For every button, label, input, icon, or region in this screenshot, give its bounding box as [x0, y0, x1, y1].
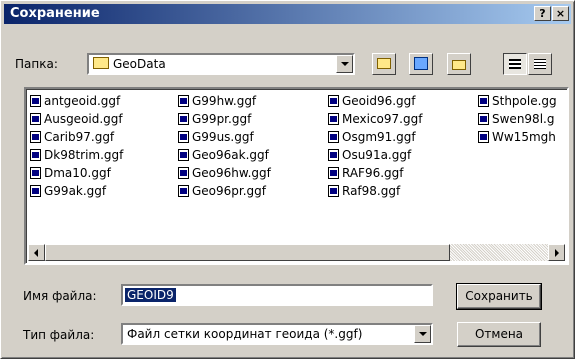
- file-item[interactable]: G99ak.ggf: [30, 183, 106, 199]
- left-arrow-icon: [34, 249, 38, 257]
- new-folder-button[interactable]: [447, 53, 471, 75]
- file-icon: [178, 185, 189, 197]
- file-name: G99pr.ggf: [192, 112, 252, 126]
- folder-value: GeoData: [93, 57, 166, 71]
- file-item[interactable]: Raf98.ggf: [328, 183, 400, 199]
- help-button[interactable]: ?: [534, 6, 551, 21]
- folder-label: Папка:: [15, 57, 58, 71]
- scroll-right-button[interactable]: [548, 244, 565, 261]
- file-name: Mexico97.ggf: [342, 112, 423, 126]
- scroll-thumb[interactable]: [45, 244, 450, 261]
- file-list[interactable]: antgeoid.ggf Ausgeoid.ggf Carib97.ggf Dk98t…: [24, 87, 569, 265]
- file-icon: [328, 95, 339, 107]
- file-icon: [478, 131, 489, 143]
- filename-label: Имя файла:: [23, 289, 97, 303]
- file-item[interactable]: Geo96ak.ggf: [178, 147, 269, 163]
- list-view-icon: [509, 59, 521, 69]
- file-icon: [478, 95, 489, 107]
- file-icon: [30, 113, 41, 125]
- file-icon: [178, 131, 189, 143]
- file-name: Dk98trim.ggf: [44, 148, 124, 162]
- file-name: Carib97.ggf: [44, 130, 115, 144]
- details-view-button[interactable]: [528, 53, 552, 75]
- cancel-button[interactable]: Отмена: [457, 322, 541, 347]
- file-item[interactable]: Geoid96.ggf: [328, 93, 416, 109]
- filetype-label: Тип файла:: [23, 328, 95, 342]
- file-name: Osu91a.ggf: [342, 148, 412, 162]
- file-icon: [30, 149, 41, 161]
- scroll-left-button[interactable]: [28, 244, 45, 261]
- file-name: Dma10.ggf: [44, 166, 111, 180]
- folder-dropdown-button[interactable]: [336, 55, 353, 73]
- list-view-button[interactable]: [503, 53, 527, 75]
- file-item[interactable]: G99us.ggf: [178, 129, 254, 145]
- file-icon: [328, 131, 339, 143]
- file-name: G99ak.ggf: [44, 184, 107, 198]
- file-name: Sthpole.gg: [492, 94, 557, 108]
- filename-value: GEOID9: [125, 288, 176, 302]
- file-name: RAF96.ggf: [342, 166, 404, 180]
- file-icon: [478, 113, 489, 125]
- file-item[interactable]: antgeoid.ggf: [30, 93, 120, 109]
- file-icon: [328, 113, 339, 125]
- desktop-button[interactable]: [409, 53, 433, 75]
- file-item[interactable]: Osgm91.ggf: [328, 129, 416, 145]
- file-icon: [30, 167, 41, 179]
- filetype-value: Файл сетки координат геоида (*.ggf): [127, 327, 363, 341]
- file-icon: [178, 113, 189, 125]
- file-item[interactable]: RAF96.ggf: [328, 165, 404, 181]
- file-name: Ausgeoid.ggf: [44, 112, 123, 126]
- file-name: Swen98l.g: [492, 112, 555, 126]
- file-item[interactable]: Dma10.ggf: [30, 165, 111, 181]
- file-item[interactable]: Ausgeoid.ggf: [30, 111, 123, 127]
- title-bar[interactable]: Сохранение ? ×: [4, 4, 571, 24]
- folder-icon: [93, 57, 109, 69]
- details-view-icon: [534, 59, 546, 69]
- file-item[interactable]: Carib97.ggf: [30, 129, 114, 145]
- up-folder-button[interactable]: [372, 53, 396, 75]
- file-name: antgeoid.ggf: [44, 94, 121, 108]
- file-item[interactable]: G99pr.ggf: [178, 111, 251, 127]
- file-item[interactable]: G99hw.ggf: [178, 93, 256, 109]
- file-name: Geo96ak.ggf: [192, 148, 269, 162]
- file-icon: [178, 167, 189, 179]
- file-icon: [30, 131, 41, 143]
- file-item[interactable]: Sthpole.gg: [478, 93, 557, 109]
- file-icon: [30, 185, 41, 197]
- file-icon: [178, 149, 189, 161]
- file-name: Geoid96.ggf: [342, 94, 416, 108]
- file-name: G99hw.ggf: [192, 94, 257, 108]
- save-dialog: Сохранение ? × Папка: GeoData antgeoid.g…: [0, 0, 575, 359]
- close-button[interactable]: ×: [552, 6, 569, 21]
- folder-combo[interactable]: GeoData: [87, 53, 355, 75]
- new-folder-icon: [452, 60, 466, 70]
- file-name: Geo96pr.ggf: [192, 184, 267, 198]
- file-icon: [178, 95, 189, 107]
- dialog-title: Сохранение: [10, 6, 100, 21]
- horizontal-scrollbar[interactable]: [28, 244, 565, 261]
- desktop-icon: [414, 57, 428, 70]
- right-arrow-icon: [555, 249, 559, 257]
- file-name: Geo96hw.ggf: [192, 166, 271, 180]
- file-name: G99us.ggf: [192, 130, 254, 144]
- file-item[interactable]: Geo96pr.ggf: [178, 183, 266, 199]
- up-folder-icon: [377, 58, 391, 69]
- file-icon: [328, 167, 339, 179]
- file-item[interactable]: Dk98trim.ggf: [30, 147, 123, 163]
- filetype-dropdown-button[interactable]: [414, 325, 431, 343]
- file-icon: [328, 149, 339, 161]
- file-item[interactable]: Osu91a.ggf: [328, 147, 411, 163]
- file-name: Raf98.ggf: [342, 184, 401, 198]
- file-item[interactable]: Swen98l.g: [478, 111, 554, 127]
- file-item[interactable]: Geo96hw.ggf: [178, 165, 271, 181]
- file-icon: [328, 185, 339, 197]
- file-item[interactable]: Mexico97.ggf: [328, 111, 422, 127]
- filetype-select[interactable]: Файл сетки координат геоида (*.ggf): [121, 323, 433, 345]
- file-name: Osgm91.ggf: [342, 130, 416, 144]
- save-button[interactable]: Сохранить: [456, 283, 542, 310]
- filename-input[interactable]: GEOID9: [121, 284, 433, 306]
- file-icon: [30, 95, 41, 107]
- file-name: Ww15mgh: [492, 130, 556, 144]
- file-item[interactable]: Ww15mgh: [478, 129, 556, 145]
